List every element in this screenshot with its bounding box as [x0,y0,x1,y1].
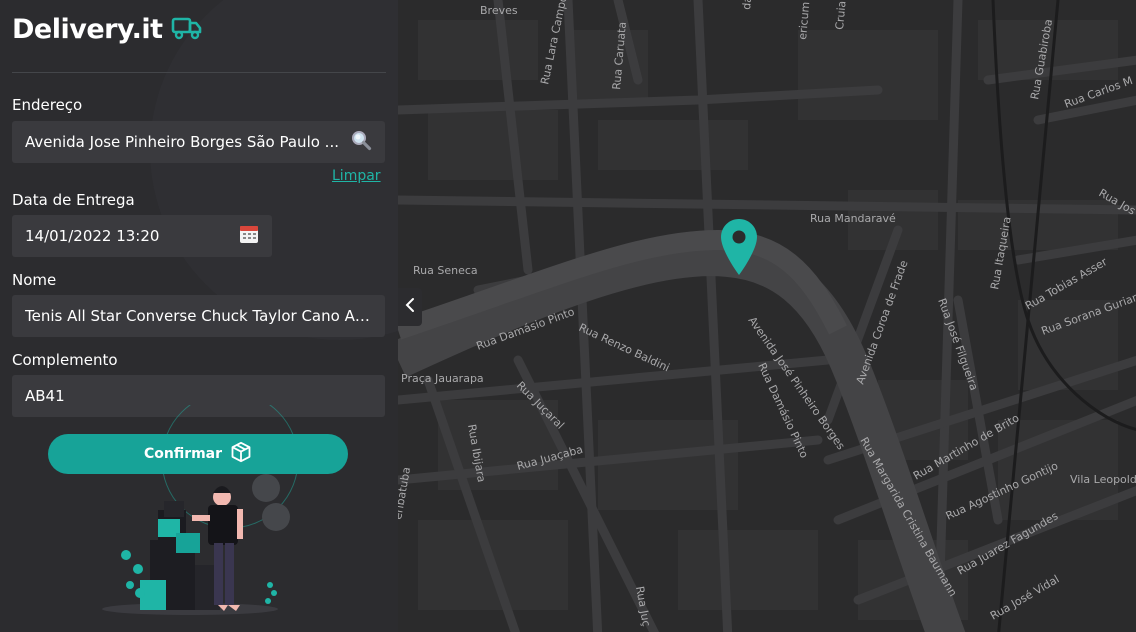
header-divider [12,72,386,73]
address-value: Avenida Jose Pinheiro Borges São Paulo .… [25,133,339,151]
street-label: Rua Mandaravé [810,212,896,225]
sidebar-toggle-button[interactable] [398,288,422,326]
confirm-button[interactable]: Confirmar [48,434,348,474]
brand: Delivery.it [12,14,203,45]
brand-name: Delivery.it [12,14,163,45]
map-view[interactable]: BrevesRua Lara CamposRua Caruatada Serra… [398,0,1136,632]
street-label: Rua Seneca [413,264,478,277]
date-value: 14/01/2022 13:20 [25,227,160,245]
name-field[interactable]: Tenis All Star Converse Chuck Taylor Can… [12,295,385,337]
address-label: Endereço [12,96,83,114]
calendar-icon[interactable] [239,224,259,248]
date-label: Data de Entrega [12,191,135,209]
address-field[interactable]: Avenida Jose Pinheiro Borges São Paulo .… [12,121,385,163]
app-root: Delivery.it Endereço Avenida Jose Pinhei… [0,0,1136,632]
date-field[interactable]: 14/01/2022 13:20 [12,215,272,257]
location-pin-icon[interactable] [720,218,758,280]
sidebar-panel: Delivery.it Endereço Avenida Jose Pinhei… [0,0,398,632]
street-label: Cruia [833,0,848,30]
name-label: Nome [12,271,57,289]
street-label: Vila Leopold [1070,473,1136,486]
truck-icon [171,15,203,45]
street-label: Breves [480,4,518,17]
complement-label: Complemento [12,351,118,369]
package-icon [230,441,252,467]
map-canvas[interactable]: BrevesRua Lara CamposRua Caruatada Serra… [398,0,1136,632]
confirm-label: Confirmar [143,446,223,462]
clear-link[interactable]: Limpar [332,168,381,184]
name-value: Tenis All Star Converse Chuck Taylor Can… [25,307,372,325]
street-label: Praça Jauarapa [401,372,484,385]
chevron-left-icon [404,297,416,317]
search-icon[interactable] [350,129,372,155]
complement-value: AB41 [25,387,65,405]
